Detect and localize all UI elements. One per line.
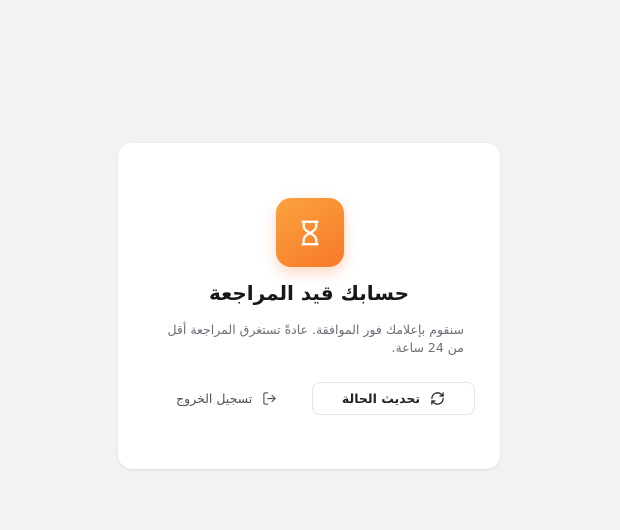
- review-status-card: حسابك قيد المراجعة سنقوم بإعلامك فور الم…: [118, 143, 500, 469]
- logout-button[interactable]: تسجيل الخروج: [176, 389, 277, 407]
- refresh-status-button[interactable]: تحديث الحالة: [312, 382, 475, 415]
- logout-icon: [262, 391, 277, 406]
- refresh-status-label: تحديث الحالة: [341, 391, 421, 406]
- hourglass-icon: [295, 218, 325, 248]
- status-description: سنقوم بإعلامك فور الموافقة. عادةً تستغرق…: [167, 322, 464, 355]
- refresh-icon: [430, 391, 445, 406]
- logout-label: تسجيل الخروج: [176, 390, 253, 406]
- status-icon-tile: [276, 198, 344, 267]
- page-title: حسابك قيد المراجعة: [208, 281, 410, 305]
